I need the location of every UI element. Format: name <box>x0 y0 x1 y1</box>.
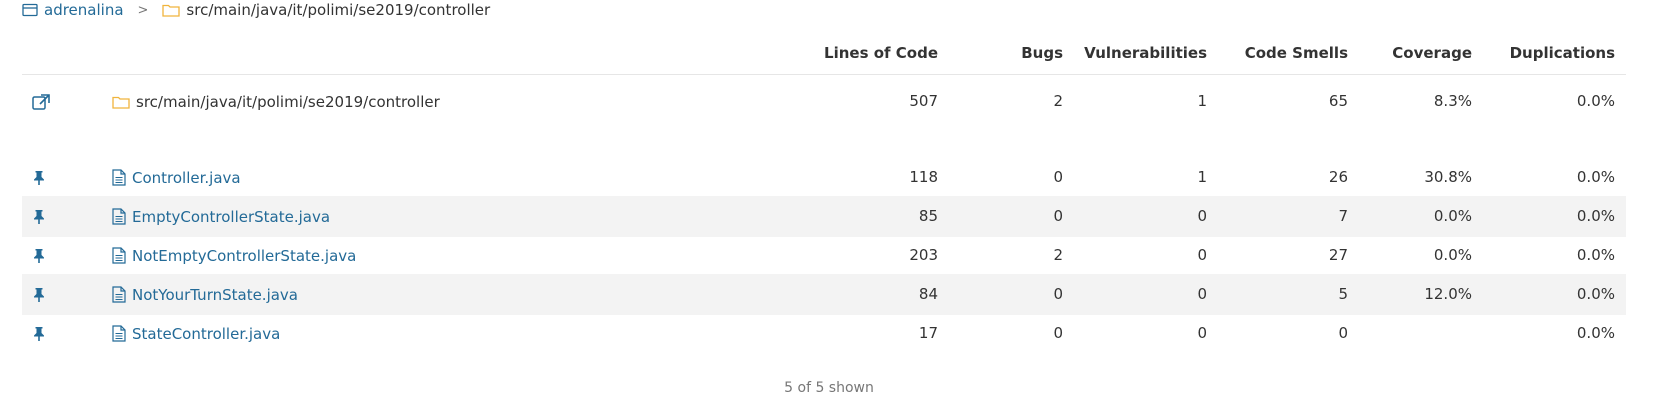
code-smells-cell[interactable]: 5 <box>1338 274 1348 315</box>
vulnerabilities-cell[interactable]: 0 <box>1197 196 1207 237</box>
lines-of-code-cell[interactable]: 17 <box>919 313 938 354</box>
file-name-label[interactable]: Controller.java <box>132 169 241 187</box>
file-name[interactable]: Controller.java <box>112 157 241 198</box>
summary-coverage[interactable]: 8.3% <box>1434 81 1472 122</box>
file-name[interactable]: NotEmptyControllerState.java <box>112 235 356 276</box>
column-header-duplications[interactable]: Duplications <box>1510 44 1615 62</box>
table-header: Lines of Code Bugs Vulnerabilities Code … <box>22 40 1626 75</box>
file-icon <box>112 286 126 303</box>
summary-directory: src/main/java/it/polimi/se2019/controlle… <box>112 81 440 122</box>
summary-lines-of-code[interactable]: 507 <box>909 81 938 122</box>
column-header-vulnerabilities[interactable]: Vulnerabilities <box>1084 44 1207 62</box>
file-name-label[interactable]: NotEmptyControllerState.java <box>132 247 356 265</box>
file-name[interactable]: NotYourTurnState.java <box>112 274 298 315</box>
code-smells-cell[interactable]: 7 <box>1338 196 1348 237</box>
coverage-cell[interactable]: 30.8% <box>1424 157 1472 198</box>
file-name-label[interactable]: EmptyControllerState.java <box>132 208 330 226</box>
code-smells-cell[interactable]: 26 <box>1329 157 1348 198</box>
pin-icon[interactable] <box>32 274 46 315</box>
table-row: NotEmptyControllerState.java 203 2 0 27 … <box>22 235 1626 276</box>
external-link-icon[interactable] <box>32 81 50 122</box>
table-row: NotYourTurnState.java 84 0 0 5 12.0% 0.0… <box>22 274 1626 315</box>
file-icon <box>112 208 126 225</box>
breadcrumb-project-link[interactable]: adrenalina <box>44 1 124 19</box>
code-smells-cell[interactable]: 0 <box>1338 313 1348 354</box>
pin-icon[interactable] <box>32 196 46 237</box>
pin-icon[interactable] <box>32 157 46 198</box>
lines-of-code-cell[interactable]: 85 <box>919 196 938 237</box>
file-icon <box>112 169 126 186</box>
folder-icon <box>162 3 181 17</box>
lines-of-code-cell[interactable]: 118 <box>909 157 938 198</box>
shown-count: 5 of 5 shown <box>784 380 874 396</box>
column-header-lines-of-code[interactable]: Lines of Code <box>824 44 938 62</box>
file-icon <box>112 247 126 264</box>
duplications-cell[interactable]: 0.0% <box>1577 313 1615 354</box>
summary-code-smells[interactable]: 65 <box>1329 81 1348 122</box>
bugs-cell[interactable]: 2 <box>1053 235 1063 276</box>
column-header-bugs[interactable]: Bugs <box>1021 44 1063 62</box>
file-name[interactable]: StateController.java <box>112 313 280 354</box>
vulnerabilities-cell[interactable]: 1 <box>1197 157 1207 198</box>
column-header-coverage[interactable]: Coverage <box>1392 44 1472 62</box>
breadcrumb: adrenalina > src/main/java/it/polimi/se2… <box>22 0 490 20</box>
duplications-cell[interactable]: 0.0% <box>1577 196 1615 237</box>
table-row: EmptyControllerState.java 85 0 0 7 0.0% … <box>22 196 1626 237</box>
breadcrumb-separator: > <box>137 2 149 18</box>
duplications-cell[interactable]: 0.0% <box>1577 157 1615 198</box>
bugs-cell[interactable]: 0 <box>1053 196 1063 237</box>
coverage-cell[interactable]: 0.0% <box>1434 196 1472 237</box>
bugs-cell[interactable]: 0 <box>1053 313 1063 354</box>
pin-icon[interactable] <box>32 313 46 354</box>
table-row: Controller.java 118 0 1 26 30.8% 0.0% <box>22 157 1626 198</box>
pin-icon[interactable] <box>32 235 46 276</box>
summary-row: src/main/java/it/polimi/se2019/controlle… <box>22 81 1626 122</box>
project-icon <box>22 3 38 17</box>
table-row: StateController.java 17 0 0 0 0.0% <box>22 313 1626 354</box>
code-smells-cell[interactable]: 27 <box>1329 235 1348 276</box>
summary-vulnerabilities[interactable]: 1 <box>1197 81 1207 122</box>
coverage-cell[interactable]: 0.0% <box>1434 235 1472 276</box>
summary-bugs[interactable]: 2 <box>1053 81 1063 122</box>
breadcrumb-directory: src/main/java/it/polimi/se2019/controlle… <box>186 1 491 19</box>
bugs-cell[interactable]: 0 <box>1053 274 1063 315</box>
lines-of-code-cell[interactable]: 203 <box>909 235 938 276</box>
vulnerabilities-cell[interactable]: 0 <box>1197 235 1207 276</box>
vulnerabilities-cell[interactable]: 0 <box>1197 313 1207 354</box>
bugs-cell[interactable]: 0 <box>1053 157 1063 198</box>
coverage-cell[interactable]: 12.0% <box>1424 274 1472 315</box>
vulnerabilities-cell[interactable]: 0 <box>1197 274 1207 315</box>
file-name[interactable]: EmptyControllerState.java <box>112 196 330 237</box>
summary-duplications[interactable]: 0.0% <box>1577 81 1615 122</box>
duplications-cell[interactable]: 0.0% <box>1577 274 1615 315</box>
lines-of-code-cell[interactable]: 84 <box>919 274 938 315</box>
file-name-label[interactable]: StateController.java <box>132 325 280 343</box>
file-name-label[interactable]: NotYourTurnState.java <box>132 286 298 304</box>
summary-directory-label: src/main/java/it/polimi/se2019/controlle… <box>136 92 440 111</box>
folder-icon <box>112 95 130 109</box>
column-header-code-smells[interactable]: Code Smells <box>1245 44 1348 62</box>
duplications-cell[interactable]: 0.0% <box>1577 235 1615 276</box>
file-icon <box>112 325 126 342</box>
